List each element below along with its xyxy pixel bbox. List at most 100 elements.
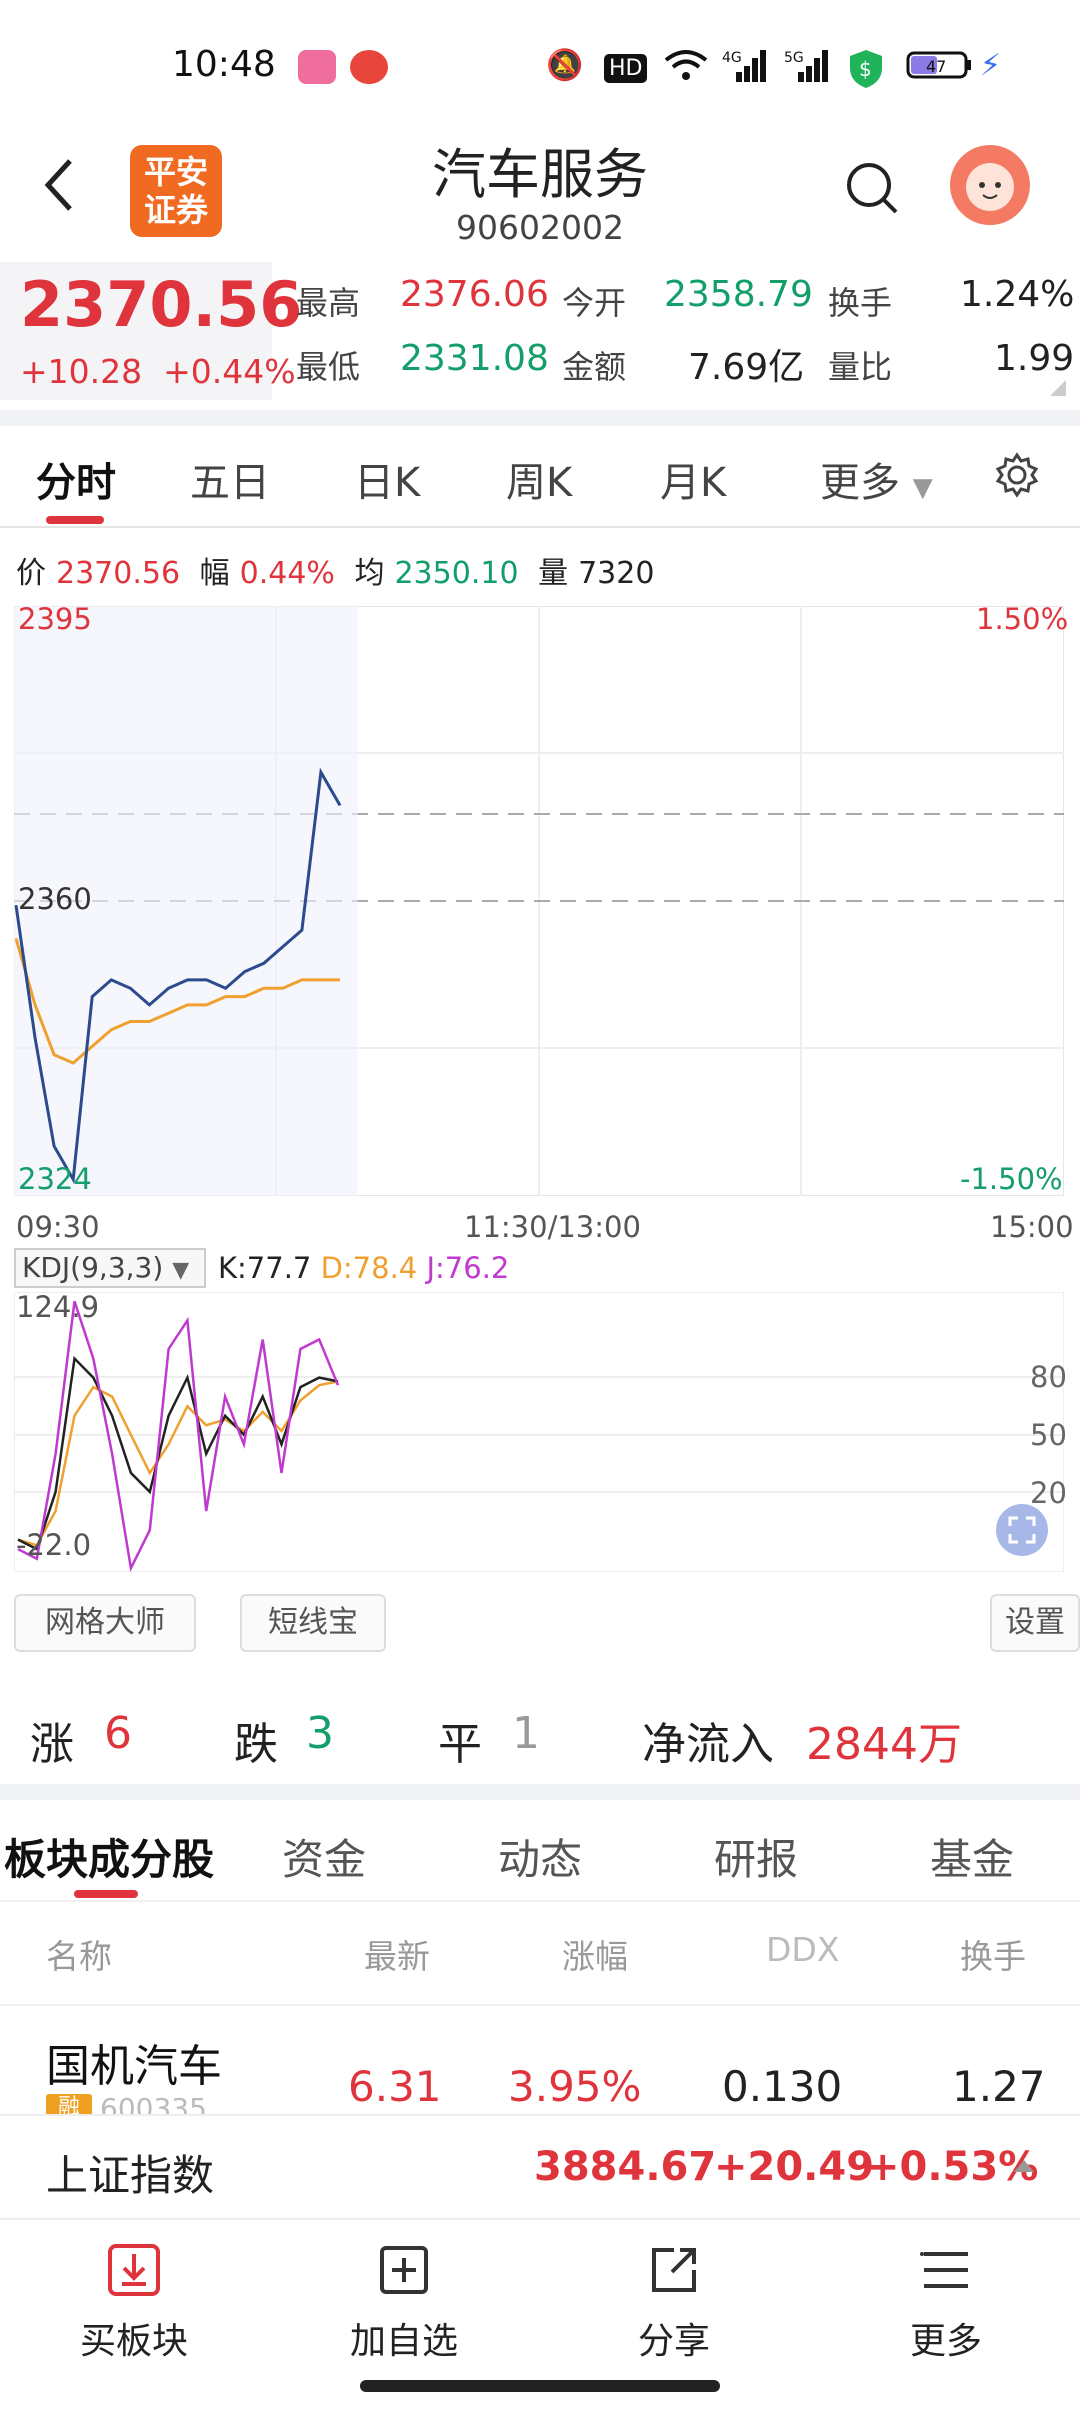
add-icon [380, 2246, 428, 2294]
buy-sector-button[interactable]: 买板块 [34, 2240, 234, 2364]
tabs-divider [0, 526, 1080, 528]
x-axis-end-label: 15:00 [990, 1210, 1074, 1244]
price-change: +10.28 +0.44% [20, 352, 296, 391]
svg-text:4G: 4G [722, 50, 742, 66]
download-icon [108, 2244, 160, 2296]
tab-funds-flow[interactable]: 资金 [282, 1826, 366, 1887]
index-change: +20.49 [714, 2144, 875, 2190]
active-subtab-indicator [74, 1890, 138, 1898]
expand-up-icon[interactable] [1014, 2160, 1034, 2172]
open-label: 今开 [562, 284, 627, 322]
x-axis-start-label: 09:30 [16, 1210, 100, 1244]
bilibili-icon [298, 50, 336, 84]
more-button[interactable]: 更多 [846, 2240, 1046, 2364]
short-term-button[interactable]: 短线宝 [240, 1594, 386, 1652]
volume-ratio-label: 量比 [828, 348, 893, 386]
section-divider [0, 410, 1080, 426]
dropdown-icon: ▼ [172, 1258, 190, 1283]
stock-last: 6.31 [348, 2062, 442, 2111]
wifi-icon [664, 48, 708, 90]
table-divider [0, 1900, 1080, 1902]
chart-settings-button[interactable]: 设置 [990, 1594, 1080, 1652]
stock-change: 3.95% [508, 2062, 642, 2111]
intraday-chart[interactable] [14, 606, 1064, 1196]
pct-axis-top-label: 1.50% [976, 602, 1069, 636]
security-shield-icon: $ [848, 48, 884, 98]
tab-five-day[interactable]: 五日 [190, 450, 270, 508]
flat-count-label: 平 [438, 1719, 482, 1770]
up-count-label: 涨 [30, 1719, 74, 1770]
section-divider [0, 1784, 1080, 1800]
share-button[interactable]: 分享 [574, 2240, 774, 2364]
pct-axis-bottom-label: -1.50% [960, 1162, 1063, 1196]
index-value: 3884.67 [534, 2144, 717, 2190]
chart-info-row: 价 2370.56 幅 0.44% 均 2350.10 量 7320 [16, 556, 655, 591]
tab-fund[interactable]: 基金 [930, 1826, 1014, 1887]
kdj-min-label: -22.0 [16, 1528, 92, 1562]
low-label: 最低 [296, 348, 361, 386]
kdj-values: K:77.7 D:78.4 J:76.2 [218, 1251, 510, 1285]
tab-weekly-k[interactable]: 周K [506, 450, 572, 508]
sector-code: 90602002 [456, 208, 624, 247]
tab-more[interactable]: 更多 ▼ [820, 450, 933, 508]
amount-value: 7.69亿 [688, 347, 805, 388]
tab-intraday[interactable]: 分时 [36, 450, 116, 508]
kdj-level-50: 50 [1030, 1418, 1067, 1452]
hd-icon: HD [604, 54, 648, 83]
tab-constituents[interactable]: 板块成分股 [4, 1826, 214, 1887]
flat-count: 1 [512, 1708, 540, 1759]
mute-icon: 🔕 [546, 48, 584, 83]
kdj-max-label: 124.9 [16, 1290, 100, 1324]
signal-4g-icon: 4G [722, 48, 768, 92]
down-count: 3 [306, 1708, 334, 1759]
status-time: 10:48 [172, 44, 276, 85]
signal-5g-icon: 5G [784, 48, 830, 92]
menu-icon [920, 2252, 968, 2288]
low-value: 2331.08 [400, 338, 549, 379]
add-watchlist-button[interactable]: 加自选 [304, 2240, 504, 2364]
share-icon [652, 2248, 696, 2292]
stock-name: 国机汽车 [46, 2041, 222, 2092]
expand-corner-icon[interactable] [1050, 380, 1066, 396]
tab-news[interactable]: 动态 [498, 1826, 582, 1887]
x-axis-mid-label: 11:30/13:00 [464, 1210, 641, 1244]
home-indicator [360, 2380, 720, 2392]
dropdown-icon: ▼ [912, 473, 933, 503]
col-header-last[interactable]: 最新 [364, 1930, 430, 1978]
svg-text:$: $ [859, 57, 872, 81]
col-header-ddx[interactable]: DDX [766, 1930, 839, 1969]
stock-turnover: 1.27 [952, 2062, 1046, 2111]
y-axis-mid-label: 2360 [18, 882, 92, 916]
col-header-change[interactable]: 涨幅 [562, 1930, 628, 1978]
amount-label: 金额 [562, 348, 627, 386]
net-inflow-label: 净流入 [642, 1719, 774, 1770]
chart-settings-gear-icon[interactable] [994, 452, 1040, 498]
col-header-name[interactable]: 名称 [46, 1930, 112, 1978]
status-bar: 10:48 🔕 HD 4G 5G $ 47 ⚡ [0, 0, 1080, 130]
kdj-d-line [17, 1380, 339, 1547]
grid-master-button[interactable]: 网格大师 [14, 1594, 196, 1652]
down-count-label: 跌 [234, 1719, 278, 1770]
fullscreen-icon[interactable] [996, 1504, 1048, 1556]
app-notification-icon [350, 50, 388, 84]
search-icon[interactable] [844, 160, 902, 218]
tab-research[interactable]: 研报 [714, 1826, 798, 1887]
tab-monthly-k[interactable]: 月K [660, 450, 726, 508]
indicator-selector[interactable]: KDJ(9,3,3) ▼ [14, 1248, 206, 1288]
tab-daily-k[interactable]: 日K [354, 450, 420, 508]
table-divider [0, 2004, 1080, 2006]
net-inflow-value: 2844万 [806, 1719, 962, 1770]
col-header-turnover[interactable]: 换手 [960, 1930, 1026, 1978]
high-label: 最高 [296, 284, 361, 322]
kdj-chart[interactable] [14, 1292, 1064, 1572]
y-axis-bottom-label: 2324 [18, 1162, 92, 1196]
current-price: 2370.56 [20, 268, 303, 341]
kdj-level-80: 80 [1030, 1360, 1067, 1394]
page-title: 汽车服务 [432, 143, 648, 206]
battery-icon: 47 [906, 48, 976, 90]
open-value: 2358.79 [664, 274, 813, 315]
y-axis-top-label: 2395 [18, 602, 92, 636]
stock-ddx: 0.130 [722, 2062, 843, 2111]
assistant-avatar[interactable] [950, 145, 1030, 225]
svg-text:5G: 5G [784, 50, 804, 66]
